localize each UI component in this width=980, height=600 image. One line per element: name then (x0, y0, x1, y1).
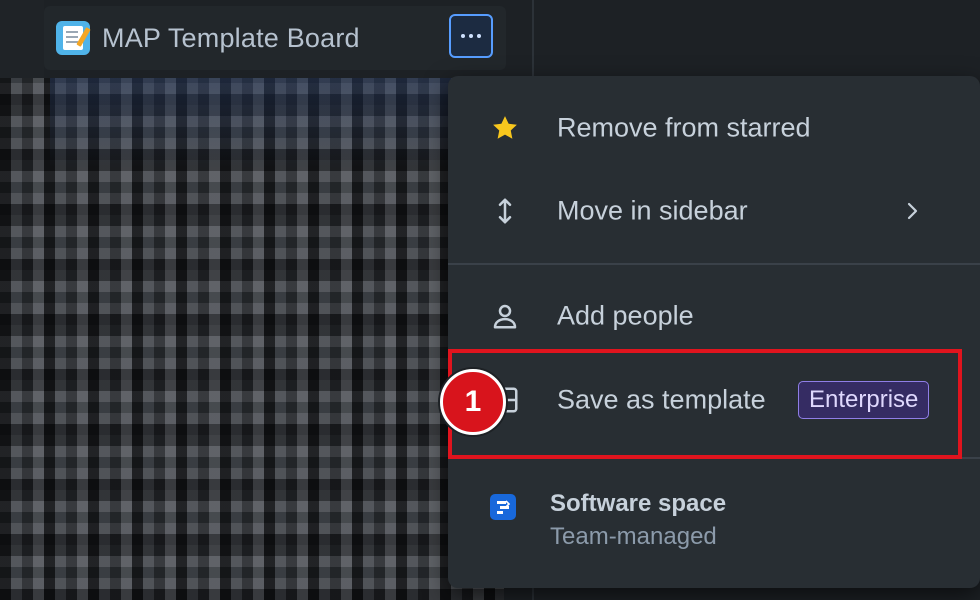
chevron-right-icon (904, 200, 920, 222)
board-options-menu: Remove from starred Move in sidebar Add … (448, 76, 980, 588)
star-filled-icon (490, 113, 520, 143)
space-title: Software space (550, 490, 727, 517)
more-horizontal-icon (461, 34, 465, 38)
step-marker: 1 (440, 369, 506, 435)
space-subtitle: Team-managed (550, 523, 717, 550)
menu-item-add-people[interactable]: Add people (448, 276, 980, 356)
menu-item-move-in-sidebar[interactable]: Move in sidebar (448, 171, 980, 251)
more-dot (477, 34, 481, 38)
sidebar-board-item[interactable]: MAP Template Board (44, 6, 506, 70)
more-dot (469, 34, 473, 38)
menu-item-label: Remove from starred (557, 112, 811, 143)
person-icon (490, 301, 520, 331)
menu-item-save-as-template[interactable]: Save as template Enterprise (448, 360, 980, 440)
app-window: MAP Template Board Remove from starred M… (0, 0, 980, 600)
menu-item-label: Add people (557, 300, 694, 331)
pixelated-background (0, 78, 504, 600)
menu-divider (448, 263, 980, 265)
more-options-button[interactable] (449, 14, 493, 58)
jira-software-icon (490, 494, 516, 520)
board-title: MAP Template Board (102, 23, 360, 53)
space-info[interactable]: Software space Team-managed (448, 476, 980, 576)
menu-item-label: Save as template (557, 384, 766, 415)
board-notes-icon (56, 21, 91, 55)
menu-item-remove-from-starred[interactable]: Remove from starred (448, 88, 980, 168)
menu-item-label: Move in sidebar (557, 195, 748, 226)
menu-divider (448, 457, 980, 459)
move-vertical-icon (490, 196, 520, 226)
enterprise-badge: Enterprise (798, 381, 930, 419)
